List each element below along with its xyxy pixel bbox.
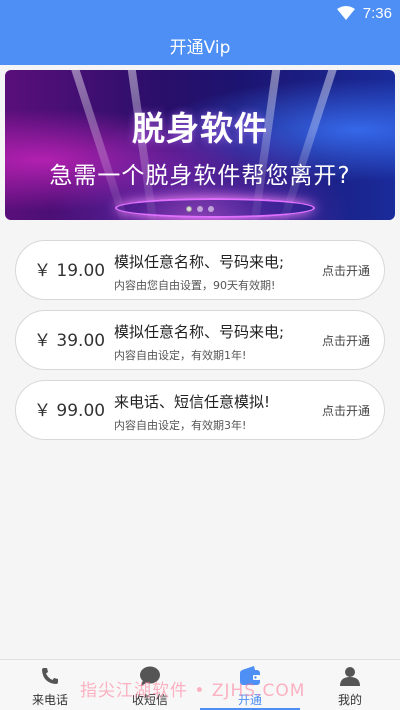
carousel-indicator: [0, 206, 400, 212]
plan-description: 内容自由设定，有效期1年!: [114, 349, 247, 362]
activate-button[interactable]: 点击开通: [322, 241, 370, 301]
plan-name: 模拟任意名称、号码来电;: [114, 253, 285, 271]
nav-label: 来电话: [31, 693, 68, 707]
plan-card[interactable]: ￥ 39.00 模拟任意名称、号码来电; 内容自由设定，有效期1年! 点击开通: [15, 310, 385, 370]
activate-button[interactable]: 点击开通: [322, 311, 370, 371]
plan-name: 来电话、短信任意模拟!: [114, 393, 271, 411]
app-bar: 7:36 开通Vip: [0, 0, 400, 65]
plan-description: 内容由您自由设置，90天有效期!: [114, 279, 276, 292]
wifi-icon: [336, 6, 355, 20]
activate-button[interactable]: 点击开通: [322, 381, 370, 441]
nav-item-profile[interactable]: 我的: [300, 660, 400, 710]
page-title: 开通Vip: [169, 38, 231, 58]
plan-price: ￥ 19.00: [34, 261, 106, 281]
status-time: 7:36: [362, 4, 392, 22]
plan-price: ￥ 39.00: [34, 331, 106, 351]
carousel-dot[interactable]: [186, 206, 192, 212]
promo-banner[interactable]: 脱身软件 急需一个脱身软件帮您离开?: [5, 70, 395, 220]
nav-label: 我的: [337, 693, 362, 707]
watermark: 指尖江湖软件 • ZJHS.COM: [80, 681, 306, 701]
banner-subline: 急需一个脱身软件帮您离开?: [49, 163, 351, 189]
phone-icon: [40, 665, 60, 687]
status-bar: 7:36: [336, 3, 392, 23]
plan-description: 内容自由设定，有效期3年!: [114, 419, 247, 432]
carousel-dot[interactable]: [208, 206, 214, 212]
plan-price: ￥ 99.00: [34, 401, 106, 421]
carousel-dot[interactable]: [197, 206, 203, 212]
plan-card[interactable]: ￥ 99.00 来电话、短信任意模拟! 内容自由设定，有效期3年! 点击开通: [15, 380, 385, 440]
plan-name: 模拟任意名称、号码来电;: [114, 323, 285, 341]
person-icon: [340, 665, 360, 687]
banner-headline: 脱身软件: [132, 109, 268, 148]
plan-card[interactable]: ￥ 19.00 模拟任意名称、号码来电; 内容由您自由设置，90天有效期! 点击…: [15, 240, 385, 300]
